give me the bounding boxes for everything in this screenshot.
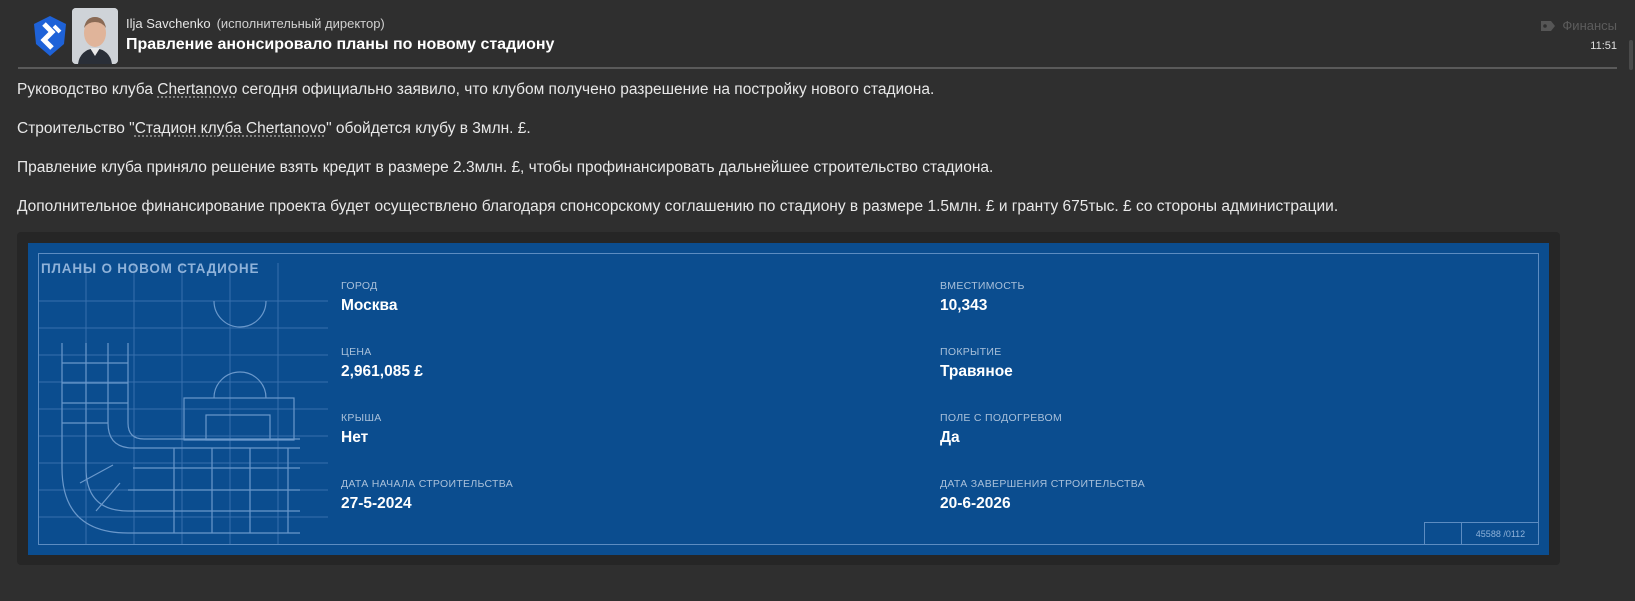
paragraph-1: Руководство клуба Chertanovo сегодня офи… bbox=[17, 81, 934, 99]
paragraph-2: Строительство "Стадион клуба Chertanovo"… bbox=[17, 120, 531, 138]
person-portrait-icon bbox=[72, 8, 118, 64]
scrollbar[interactable] bbox=[1629, 40, 1633, 70]
p2-text-before: Строительство " bbox=[17, 120, 135, 137]
capacity-value: 10,343 bbox=[940, 297, 988, 314]
heated-pitch-value: Да bbox=[940, 429, 960, 446]
stadium-plans-blueprint: ПЛАНЫ О НОВОМ СТАДИОНЕ ГОРОД Москва ЦЕНА… bbox=[28, 243, 1549, 555]
blueprint-frame bbox=[38, 253, 1539, 545]
blueprint-stamp: 45588 /0112 bbox=[1424, 522, 1539, 545]
paragraph-4: Дополнительное финансирование проекта бу… bbox=[17, 198, 1339, 215]
blueprint-title: ПЛАНЫ О НОВОМ СТАДИОНЕ bbox=[41, 261, 260, 276]
category-tag[interactable]: Финансы bbox=[1540, 18, 1617, 33]
price-value: 2,961,085 £ bbox=[341, 363, 423, 380]
surface-label: ПОКРЫТИЕ bbox=[940, 346, 1002, 358]
news-time: 11:51 bbox=[1590, 40, 1617, 52]
roof-value: Нет bbox=[341, 429, 369, 446]
sender-line: Ilja Savchenko (исполнительный директор) bbox=[126, 16, 385, 31]
p2-text-after: " обойдется клубу в 3млн. £. bbox=[326, 120, 531, 137]
club-logo-icon[interactable] bbox=[30, 14, 70, 58]
surface-value: Травяное bbox=[940, 363, 1013, 380]
end-date-value: 20-6-2026 bbox=[940, 495, 1011, 512]
news-headline: Правление анонсировало планы по новому с… bbox=[126, 36, 555, 53]
heated-pitch-label: ПОЛЕ С ПОДОГРЕВОМ bbox=[940, 412, 1063, 424]
header-divider bbox=[18, 67, 1617, 69]
sender-name[interactable]: Ilja Savchenko bbox=[126, 16, 211, 31]
sender-avatar[interactable] bbox=[72, 8, 118, 64]
category-label: Финансы bbox=[1562, 18, 1617, 33]
sender-role: (исполнительный директор) bbox=[216, 16, 385, 31]
start-date-label: ДАТА НАЧАЛА СТРОИТЕЛЬСТВА bbox=[341, 478, 513, 490]
end-date-label: ДАТА ЗАВЕРШЕНИЯ СТРОИТЕЛЬСТВА bbox=[940, 478, 1146, 490]
club-link[interactable]: Chertanovo bbox=[157, 81, 237, 98]
price-label: ЦЕНА bbox=[341, 346, 372, 358]
city-label: ГОРОД bbox=[341, 280, 378, 292]
p1-text-after: сегодня официально заявило, что клубом п… bbox=[237, 81, 935, 98]
stamp-code: 45588 /0112 bbox=[1475, 529, 1526, 539]
city-value: Москва bbox=[341, 297, 398, 314]
capacity-label: ВМЕСТИМОСТЬ bbox=[940, 280, 1025, 292]
roof-label: КРЫША bbox=[341, 412, 382, 424]
p1-text-before: Руководство клуба bbox=[17, 81, 158, 98]
tag-icon bbox=[1541, 20, 1556, 31]
start-date-value: 27-5-2024 bbox=[341, 495, 412, 512]
news-item-page: Ilja Savchenko (исполнительный директор) … bbox=[0, 0, 1635, 601]
stadium-link[interactable]: Стадион клуба Chertanovo bbox=[135, 120, 326, 137]
stamp-cell bbox=[1425, 523, 1462, 545]
paragraph-3: Правление клуба приняло решение взять кр… bbox=[17, 159, 994, 176]
news-header: Ilja Savchenko (исполнительный директор) … bbox=[0, 0, 1635, 69]
